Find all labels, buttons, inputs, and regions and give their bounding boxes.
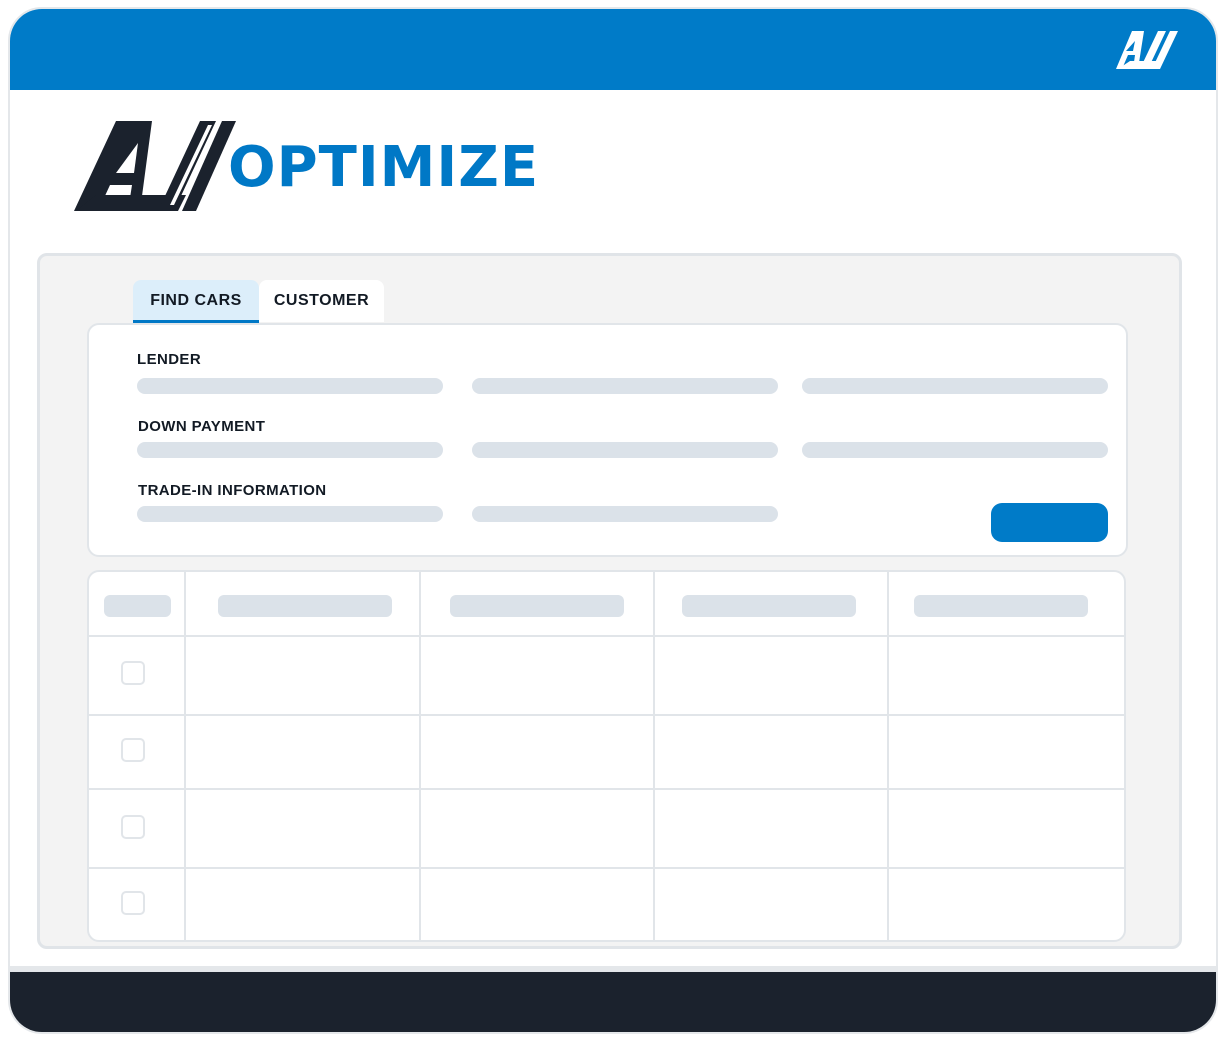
down-payment-field-3[interactable] — [802, 442, 1108, 458]
table-header-col-4[interactable] — [914, 595, 1088, 617]
column-divider — [419, 572, 421, 940]
av-logo-icon — [1116, 31, 1178, 69]
row-divider — [89, 788, 1124, 790]
main-panel: FIND CARS CUSTOMER LENDER DOWN PAYMENT T… — [37, 253, 1182, 949]
top-bar — [10, 9, 1216, 90]
table-header-select[interactable] — [104, 595, 171, 617]
lender-field-3[interactable] — [802, 378, 1108, 394]
down-payment-label: DOWN PAYMENT — [138, 418, 266, 435]
brand-header: OPTIMIZE — [66, 113, 540, 213]
lender-label: LENDER — [137, 351, 202, 368]
column-divider — [887, 572, 889, 940]
brand-name: OPTIMIZE — [228, 135, 540, 200]
row-divider — [89, 867, 1124, 869]
row-checkbox[interactable] — [121, 891, 145, 915]
row-checkbox[interactable] — [121, 738, 145, 762]
lender-field-2[interactable] — [472, 378, 778, 394]
row-checkbox[interactable] — [121, 815, 145, 839]
row-divider — [89, 635, 1124, 637]
search-button[interactable] — [991, 503, 1108, 542]
trade-in-label: TRADE-IN INFORMATION — [138, 482, 327, 499]
table-header-col-2[interactable] — [450, 595, 624, 617]
down-payment-field-2[interactable] — [472, 442, 778, 458]
down-payment-field-1[interactable] — [137, 442, 443, 458]
results-table — [87, 570, 1126, 942]
row-divider — [89, 714, 1124, 716]
column-divider — [653, 572, 655, 940]
trade-in-field-2[interactable] — [472, 506, 778, 522]
table-header-col-1[interactable] — [218, 595, 392, 617]
av-logo-mark-icon — [74, 121, 236, 211]
trade-in-field-1[interactable] — [137, 506, 443, 522]
tab-find-cars[interactable]: FIND CARS — [133, 280, 259, 326]
search-form: LENDER DOWN PAYMENT TRADE-IN INFORMATION — [87, 323, 1128, 557]
row-checkbox[interactable] — [121, 661, 145, 685]
lender-field-1[interactable] — [137, 378, 443, 394]
footer-bar — [10, 972, 1216, 1032]
tab-customer[interactable]: CUSTOMER — [259, 280, 384, 322]
column-divider — [184, 572, 186, 940]
table-header-col-3[interactable] — [682, 595, 856, 617]
